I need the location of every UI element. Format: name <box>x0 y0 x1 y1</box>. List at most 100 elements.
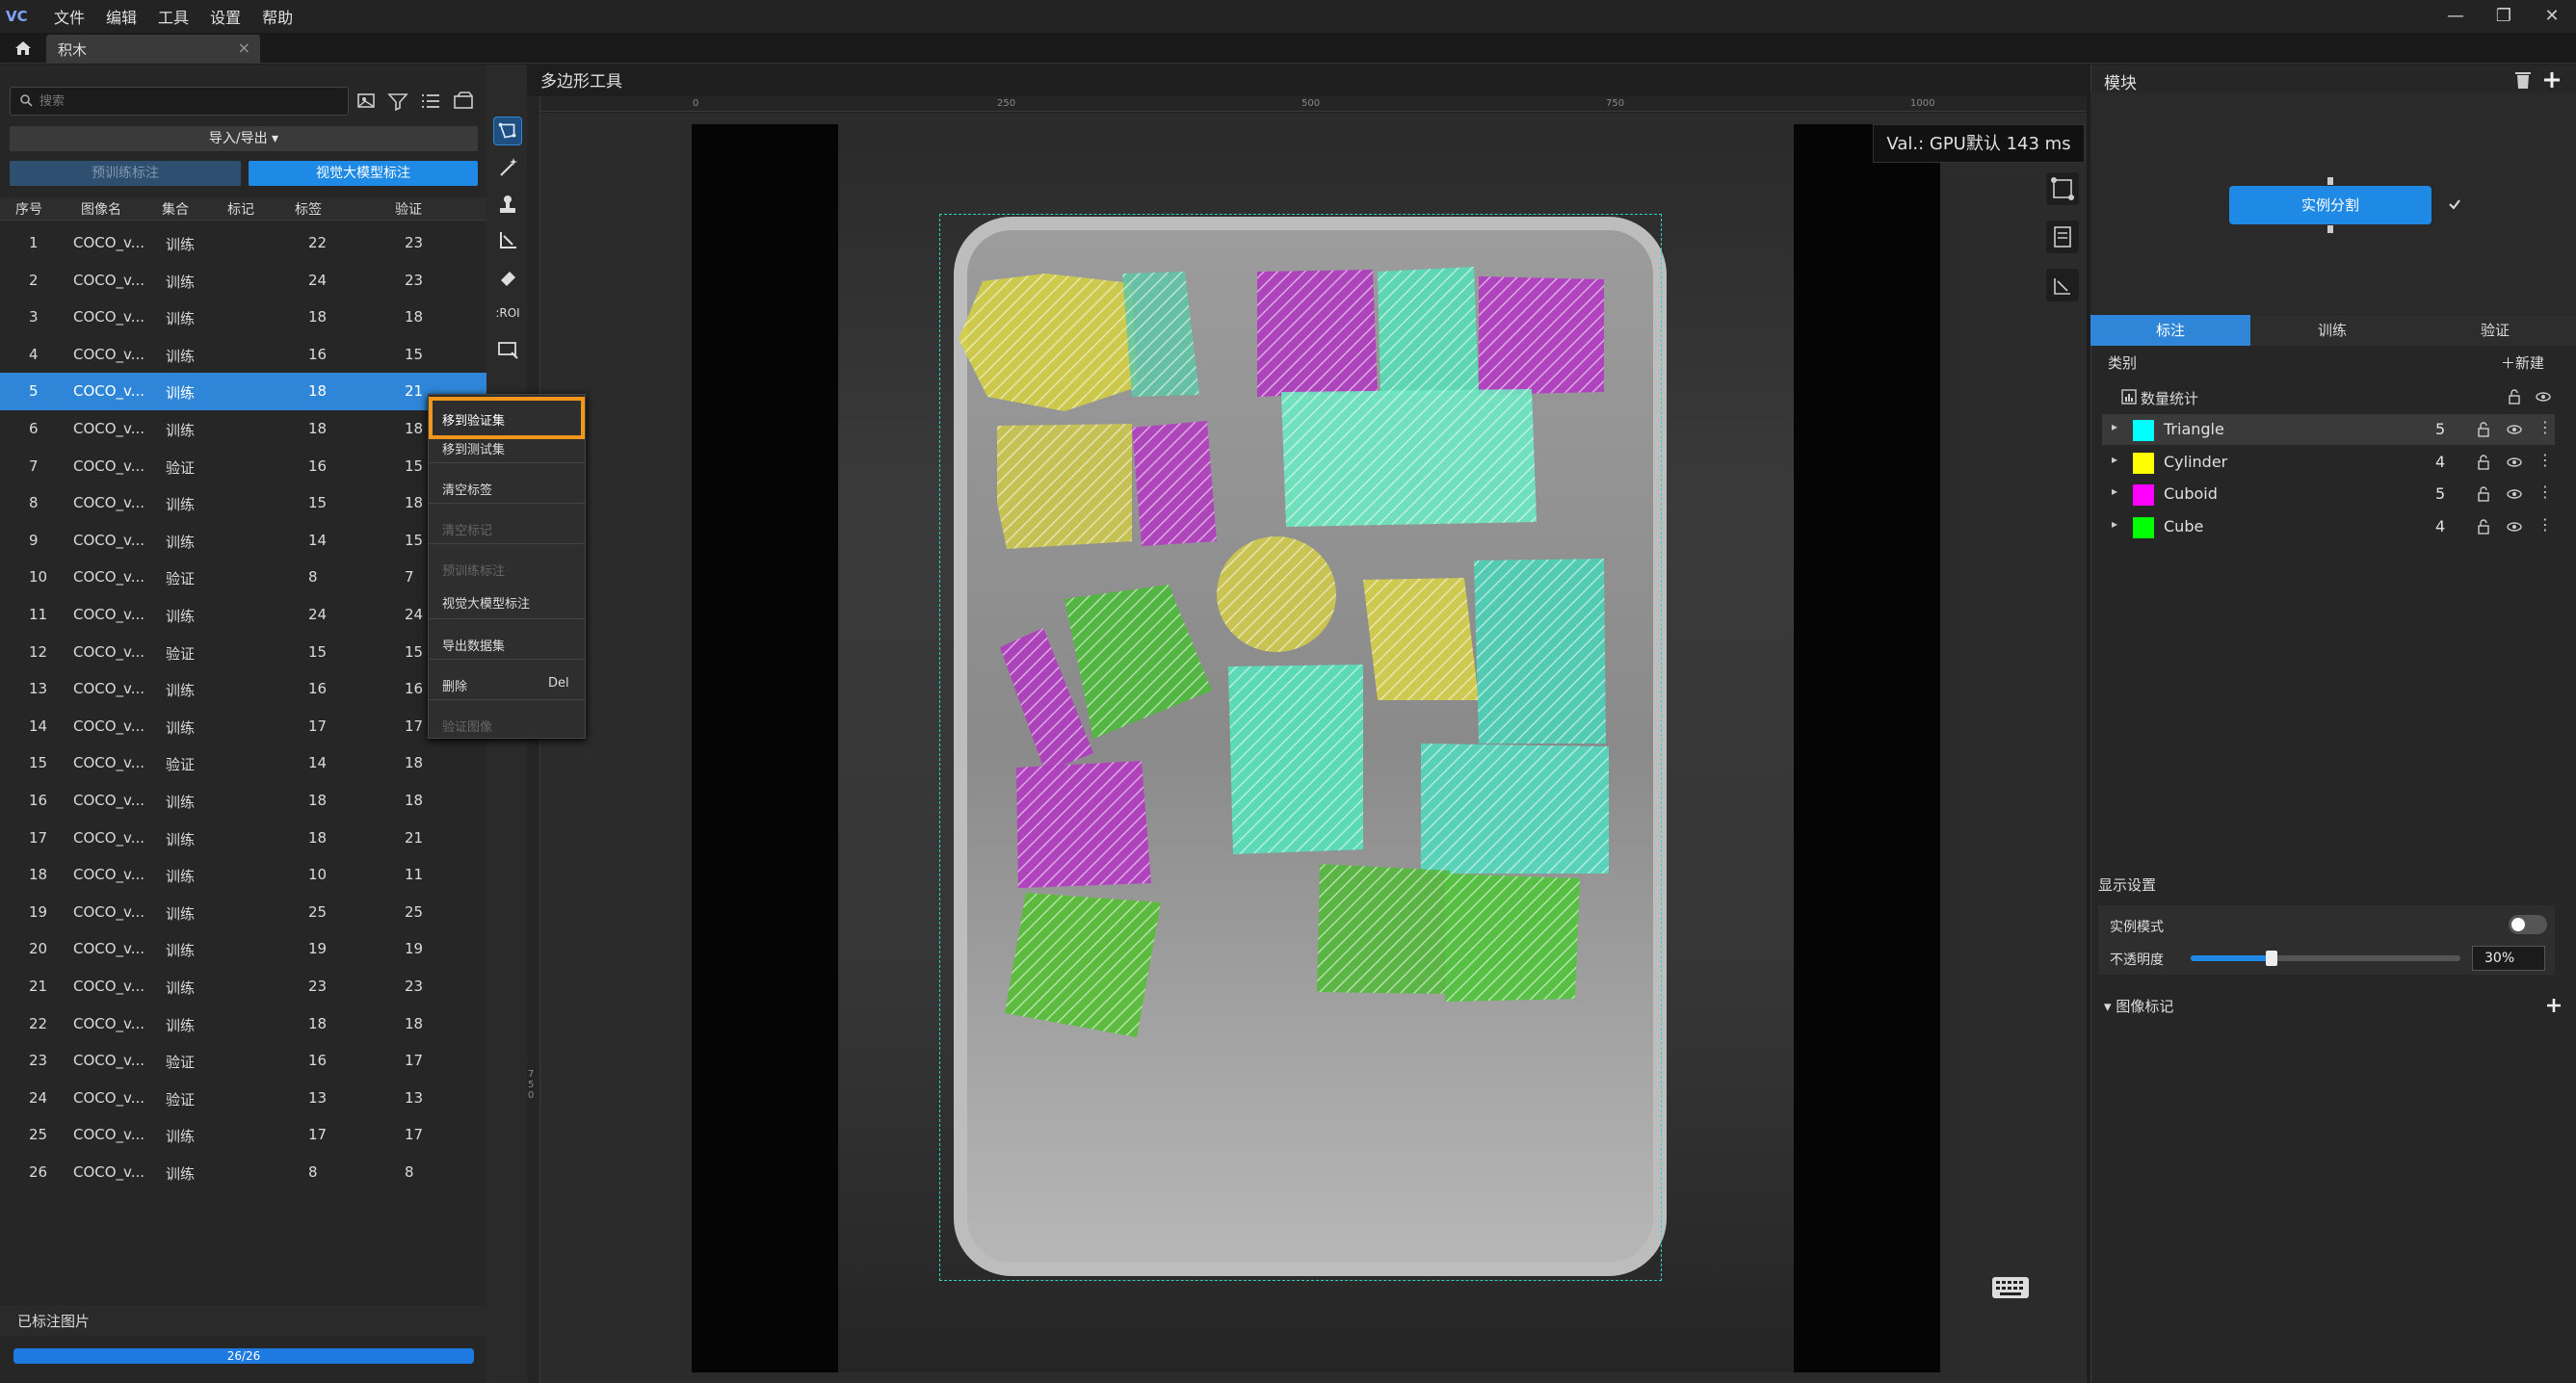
image-view-icon[interactable] <box>355 89 380 114</box>
category-row[interactable]: ▸ Triangle 5 ⋮ <box>2102 414 2555 445</box>
table-row[interactable]: 26 COCO_v... 训练 8 8 <box>0 1154 486 1191</box>
table-row[interactable]: 22 COCO_v... 训练 18 18 <box>0 1005 486 1043</box>
table-row[interactable]: 4 COCO_v... 训练 16 15 <box>0 336 486 374</box>
more-options-icon[interactable]: ⋮ <box>2537 451 2553 469</box>
expand-icon[interactable]: ▸ <box>2112 517 2117 531</box>
image-mark-section[interactable]: ▾ 图像标记 <box>2104 996 2173 1016</box>
lock-icon[interactable] <box>2476 518 2491 535</box>
lock-icon[interactable] <box>2476 454 2491 470</box>
table-row[interactable]: 11 COCO_v... 训练 24 24 <box>0 596 486 634</box>
table-row[interactable]: 23 COCO_v... 验证 16 17 <box>0 1042 486 1080</box>
maximize-button[interactable]: ❐ <box>2480 0 2528 33</box>
category-color-swatch[interactable] <box>2133 516 2154 538</box>
category-row[interactable]: ▸ Cube 4 ⋮ <box>2102 511 2555 542</box>
tab-project[interactable]: 积木 × <box>46 35 260 64</box>
document-icon[interactable] <box>2046 221 2079 253</box>
header-index[interactable]: 序号 <box>15 199 42 219</box>
eye-icon[interactable] <box>2507 486 2522 502</box>
region-tool-icon[interactable] <box>493 226 522 255</box>
list-view-icon[interactable] <box>418 89 443 114</box>
category-row[interactable]: ▸ Cylinder 4 ⋮ <box>2102 447 2555 478</box>
table-row[interactable]: 15 COCO_v... 验证 14 18 <box>0 744 486 782</box>
table-row[interactable]: 6 COCO_v... 训练 18 18 <box>0 410 486 448</box>
header-set[interactable]: 集合 <box>162 199 189 219</box>
dataset-icon[interactable] <box>451 89 476 114</box>
category-color-swatch[interactable] <box>2133 484 2154 506</box>
table-row[interactable]: 5 COCO_v... 训练 18 21 <box>0 373 486 410</box>
filter-icon[interactable] <box>385 89 410 114</box>
table-row[interactable]: 13 COCO_v... 训练 16 16 <box>0 670 486 708</box>
table-row[interactable]: 1 COCO_v... 训练 22 23 <box>0 224 486 262</box>
lock-icon[interactable] <box>2507 389 2522 404</box>
lock-icon[interactable] <box>2476 422 2491 437</box>
table-row[interactable]: 2 COCO_v... 训练 24 23 <box>0 262 486 300</box>
expand-icon[interactable]: ▸ <box>2112 453 2117 466</box>
instance-mode-toggle[interactable] <box>2509 915 2547 934</box>
more-options-icon[interactable]: ⋮ <box>2537 515 2553 534</box>
minimize-button[interactable]: — <box>2431 0 2480 33</box>
header-mark[interactable]: 标记 <box>227 199 254 219</box>
table-row[interactable]: 8 COCO_v... 训练 15 18 <box>0 484 486 522</box>
eye-icon[interactable] <box>2507 519 2522 535</box>
new-category-button[interactable]: ＋新建 <box>2501 352 2544 373</box>
opacity-slider[interactable] <box>2191 951 2460 966</box>
menu-delete[interactable]: 删除 <box>442 676 467 694</box>
eye-icon[interactable] <box>2536 389 2551 404</box>
table-row[interactable]: 12 COCO_v... 验证 15 15 <box>0 634 486 671</box>
table-row[interactable]: 7 COCO_v... 验证 16 15 <box>0 448 486 485</box>
header-labels[interactable]: 标签 <box>295 199 322 219</box>
menu-clear-labels[interactable]: 清空标签 <box>442 480 492 498</box>
eye-icon[interactable] <box>2507 422 2522 437</box>
header-verify[interactable]: 验证 <box>395 199 422 219</box>
menu-file[interactable]: 文件 <box>54 5 85 28</box>
node-tool-icon[interactable] <box>2046 172 2079 205</box>
close-button[interactable]: ✕ <box>2528 0 2576 33</box>
layers-icon[interactable] <box>2046 269 2079 301</box>
menu-move-to-test[interactable]: 移到测试集 <box>442 439 505 457</box>
category-row[interactable]: ▸ Cuboid 5 ⋮ <box>2102 479 2555 509</box>
table-row[interactable]: 25 COCO_v... 训练 17 17 <box>0 1116 486 1154</box>
menu-help[interactable]: 帮助 <box>262 5 293 28</box>
trash-icon[interactable] <box>2512 69 2534 91</box>
keyboard-icon[interactable] <box>1990 1273 2031 1302</box>
pretrain-annotate-button[interactable]: 预训练标注 <box>10 161 241 186</box>
roi-tool[interactable]: :ROI <box>493 299 522 327</box>
crop-tool-icon[interactable] <box>493 334 522 363</box>
table-row[interactable]: 17 COCO_v... 训练 18 21 <box>0 820 486 857</box>
add-module-icon[interactable] <box>2541 69 2563 91</box>
table-row[interactable]: 16 COCO_v... 训练 18 18 <box>0 782 486 820</box>
menu-edit[interactable]: 编辑 <box>106 5 137 28</box>
category-color-swatch[interactable] <box>2133 452 2154 474</box>
expand-icon[interactable]: ▸ <box>2112 420 2117 433</box>
magic-wand-icon[interactable] <box>493 153 522 182</box>
table-row[interactable]: 20 COCO_v... 训练 19 19 <box>0 930 486 968</box>
polygon-tool-icon[interactable] <box>493 117 522 145</box>
import-export-button[interactable]: 导入/导出 ▾ <box>10 126 478 151</box>
expand-icon[interactable]: ▸ <box>2112 484 2117 498</box>
table-row[interactable]: 21 COCO_v... 训练 23 23 <box>0 968 486 1005</box>
header-image-name[interactable]: 图像名 <box>81 199 121 219</box>
add-image-mark-icon[interactable] <box>2544 996 2563 1015</box>
search-input[interactable] <box>11 88 309 115</box>
instance-segmentation-button[interactable]: 实例分割 <box>2229 186 2431 224</box>
table-row[interactable]: 24 COCO_v... 验证 13 13 <box>0 1080 486 1117</box>
more-options-icon[interactable]: ⋮ <box>2537 418 2553 436</box>
tab-annotate[interactable]: 标注 <box>2090 315 2250 346</box>
category-color-swatch[interactable] <box>2133 420 2154 441</box>
table-row[interactable]: 9 COCO_v... 训练 14 15 <box>0 522 486 560</box>
eraser-icon[interactable] <box>493 263 522 292</box>
table-row[interactable]: 19 COCO_v... 训练 25 25 <box>0 894 486 931</box>
more-options-icon[interactable]: ⋮ <box>2537 483 2553 501</box>
menu-settings[interactable]: 设置 <box>210 5 241 28</box>
table-row[interactable]: 10 COCO_v... 验证 8 7 <box>0 559 486 596</box>
home-icon[interactable] <box>13 39 33 58</box>
lock-icon[interactable] <box>2476 486 2491 502</box>
tab-verify[interactable]: 验证 <box>2414 315 2576 346</box>
stats-row[interactable]: 数量统计 <box>2102 385 2555 410</box>
stamp-icon[interactable] <box>493 190 522 219</box>
opacity-input[interactable]: 30% <box>2472 946 2545 971</box>
table-row[interactable]: 3 COCO_v... 训练 18 18 <box>0 299 486 336</box>
eye-icon[interactable] <box>2507 455 2522 470</box>
menu-export[interactable]: 导出数据集 <box>442 636 505 654</box>
table-row[interactable]: 18 COCO_v... 训练 10 11 <box>0 856 486 894</box>
